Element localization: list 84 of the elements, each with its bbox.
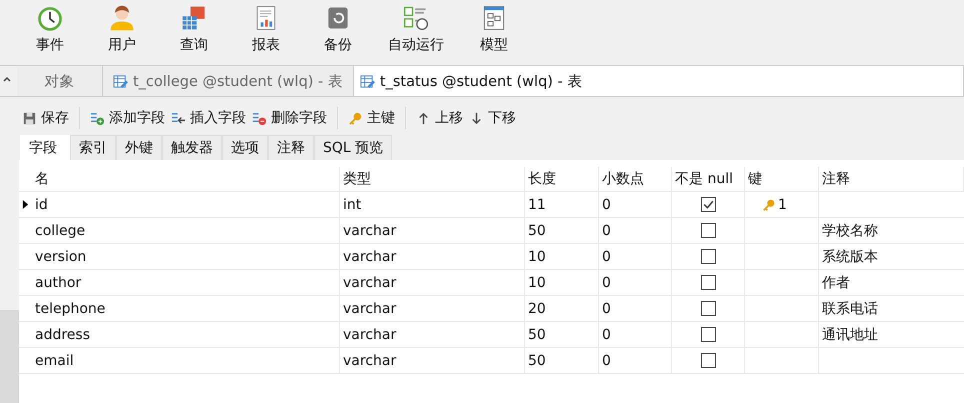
table-cell: varchar (340, 218, 525, 243)
column-header[interactable]: 不是 null (672, 167, 745, 191)
tab[interactable]: 外键 (116, 135, 162, 160)
table-cell: varchar (340, 270, 525, 295)
table-cell: 11 (525, 192, 599, 217)
tab[interactable]: SQL 预览 (314, 135, 392, 160)
table-cell: 0 (599, 348, 672, 373)
toolbar-button[interactable]: 用户 (86, 0, 158, 64)
table-cell: author (32, 270, 340, 295)
key-icon (762, 198, 776, 212)
column-header[interactable]: 长度 (525, 167, 599, 191)
add-field-icon (90, 110, 105, 126)
toolbar-button[interactable]: 自动运行 (374, 0, 458, 64)
toolbar-button[interactable]: 报表 (230, 0, 302, 64)
column-header[interactable]: 注释 (819, 167, 964, 191)
checkbox[interactable] (700, 353, 716, 368)
toolbar-button[interactable]: 事件 (14, 0, 86, 64)
column-header[interactable]: 名 (32, 167, 340, 191)
table-cell: varchar (340, 244, 525, 269)
table-cell: 10 (525, 244, 599, 269)
table-cell: 作者 (822, 274, 850, 292)
tab[interactable]: 注释 (268, 135, 314, 160)
toolbar-button[interactable]: 主键 (348, 109, 395, 127)
table-cell: varchar (340, 296, 525, 321)
table-cell: int (340, 192, 525, 217)
tab[interactable]: 选项 (222, 135, 268, 160)
table-cell: 通讯地址 (822, 326, 878, 344)
table-cell: 学校名称 (822, 222, 878, 240)
table-edit-icon (360, 74, 375, 88)
checkbox[interactable] (700, 249, 716, 264)
key-order: 1 (778, 196, 787, 212)
table-cell: 0 (599, 218, 672, 243)
table-cell: 50 (525, 348, 599, 373)
table-cell: 0 (599, 296, 672, 321)
table-cell: version (32, 244, 340, 269)
column-header[interactable]: 键 (745, 167, 819, 191)
checkbox[interactable] (700, 275, 716, 290)
checkbox[interactable] (700, 197, 716, 212)
toolbar-button[interactable]: 备份 (302, 0, 374, 64)
table-cell: varchar (340, 348, 525, 373)
toolbar-button[interactable]: 查询 (158, 0, 230, 64)
current-row-marker-icon (22, 199, 29, 210)
tab[interactable]: 字段 (20, 135, 70, 160)
toolbar-button[interactable]: 上移 (416, 109, 463, 127)
tab[interactable]: 对象 (17, 66, 103, 96)
table-cell: 0 (599, 270, 672, 295)
column-header[interactable]: 类型 (340, 167, 525, 191)
table-cell: 0 (599, 322, 672, 347)
table-cell: college (32, 218, 340, 243)
table-cell: id (32, 192, 340, 217)
column-header[interactable]: 小数点 (599, 167, 672, 191)
table-cell: address (32, 322, 340, 347)
table-cell: 50 (525, 322, 599, 347)
table-cell: 20 (525, 296, 599, 321)
table-cell: 0 (599, 192, 672, 217)
table-cell: varchar (340, 322, 525, 347)
collapse-chevron-icon[interactable] (2, 74, 12, 84)
alarm-clock-icon (36, 4, 64, 32)
tab[interactable]: t_college @student (wlq) - 表 (103, 66, 354, 96)
key-icon (348, 110, 363, 126)
table-cell: telephone (32, 296, 340, 321)
tab[interactable]: t_status @student (wlq) - 表 (354, 66, 964, 96)
tab[interactable]: 触发器 (162, 135, 222, 160)
toolbar-button[interactable]: 添加字段 (90, 109, 165, 127)
table-edit-icon (113, 74, 128, 88)
checkbox[interactable] (700, 301, 716, 316)
table-cell: 系统版本 (822, 248, 878, 266)
user-icon (108, 4, 136, 32)
checkbox[interactable] (700, 327, 716, 342)
toolbar-button[interactable]: 删除字段 (252, 109, 327, 127)
toolbar-button[interactable]: 插入字段 (171, 109, 246, 127)
table-cell: 联系电话 (822, 300, 878, 318)
checklist-clock-icon (402, 4, 430, 32)
tab[interactable]: 索引 (70, 135, 116, 160)
delete-field-icon (252, 110, 267, 126)
toolbar-button[interactable]: 保存 (22, 109, 69, 127)
toolbar-button[interactable]: 模型 (458, 0, 530, 64)
insert-field-icon (171, 110, 186, 126)
table-cell: 0 (599, 244, 672, 269)
toolbar-button[interactable]: 下移 (469, 109, 516, 127)
table-cell: 10 (525, 270, 599, 295)
checkbox[interactable] (700, 223, 716, 238)
table-cell: email (32, 348, 340, 373)
table-cell: 50 (525, 218, 599, 243)
